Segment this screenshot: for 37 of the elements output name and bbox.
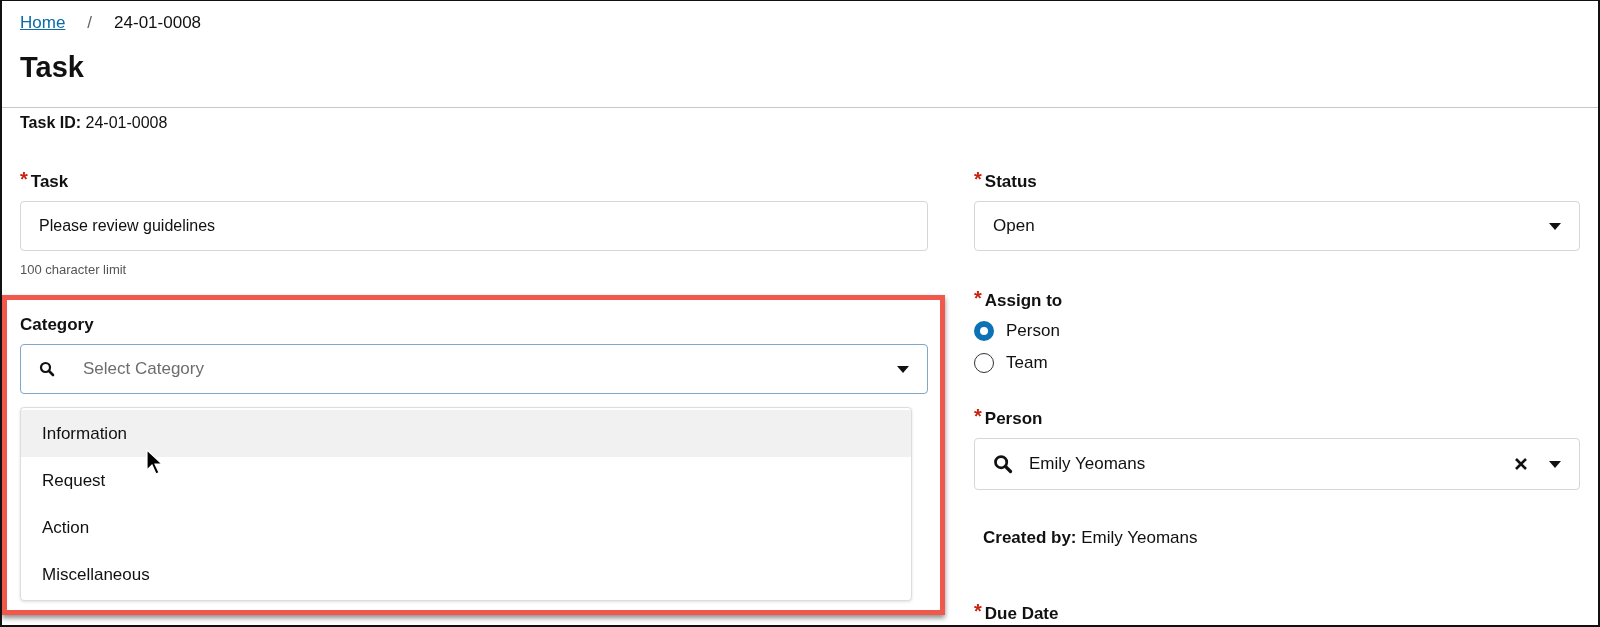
page-title: Task — [20, 51, 85, 84]
field-label: Status — [984, 172, 1037, 192]
status-select[interactable]: Open — [974, 201, 1580, 251]
caret-icon — [1549, 460, 1561, 468]
caret-icon — [1549, 222, 1561, 230]
clear-icon[interactable] — [1515, 458, 1527, 470]
dropdown-option[interactable]: Miscellaneous — [21, 551, 911, 598]
field-hint: 100 character limit — [20, 262, 128, 277]
dropdown-option[interactable]: Action — [21, 504, 911, 551]
breadcrumb-link[interactable]: Home — [20, 13, 66, 33]
search-icon — [39, 361, 55, 377]
field-label: Task — [30, 172, 69, 192]
search-icon — [993, 454, 1013, 474]
required-mark: * — [974, 291, 982, 305]
category-select[interactable]: Select Category — [20, 344, 928, 394]
field-label: Due Date — [984, 604, 1059, 624]
task-id-text: Task ID: 24-01-0008 — [20, 114, 169, 132]
breadcrumb-current: 24-01-0008 — [114, 13, 202, 33]
required-mark: * — [974, 604, 982, 618]
mouse-pointer-icon — [146, 449, 162, 475]
caret-icon — [897, 365, 909, 373]
required-mark: * — [20, 172, 28, 186]
task-input[interactable]: Please review guidelines — [20, 201, 928, 251]
required-mark: * — [974, 409, 982, 423]
field-label: Assign to — [984, 291, 1063, 311]
created-by-text: Created by: Emily Yeomans — [983, 528, 1199, 548]
required-mark: * — [974, 172, 982, 186]
dropdown-option[interactable]: Request — [21, 457, 911, 504]
radio-button[interactable] — [974, 321, 994, 341]
field-label: Person — [984, 409, 1043, 429]
radio-label: Team — [1006, 353, 1048, 373]
dropdown-option[interactable]: Information — [21, 410, 911, 457]
breadcrumb-separator: / — [87, 13, 93, 33]
person-select[interactable]: Emily Yeomans — [974, 438, 1580, 490]
radio-button[interactable] — [974, 353, 994, 373]
field-label: Category — [20, 315, 94, 335]
radio-label: Person — [1006, 321, 1060, 341]
